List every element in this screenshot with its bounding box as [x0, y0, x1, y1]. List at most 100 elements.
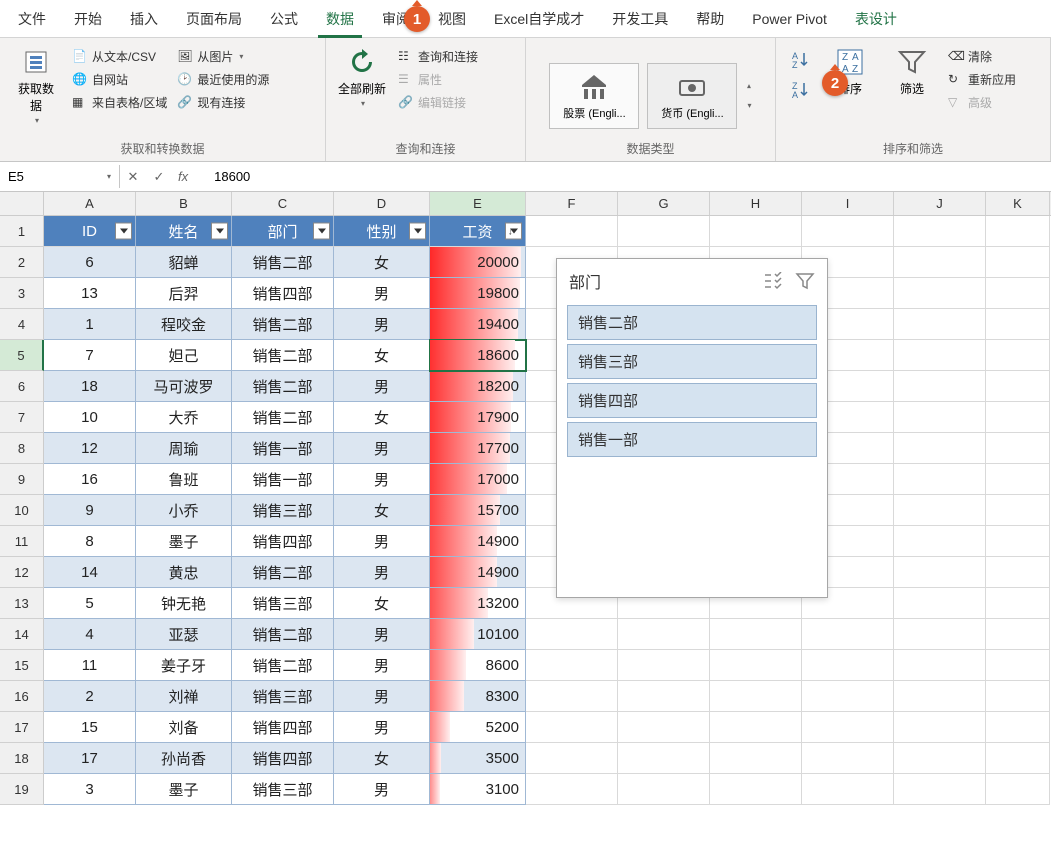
cell-K17[interactable] [986, 712, 1050, 743]
cell-salary-2[interactable]: 20000 [430, 247, 526, 278]
col-header-B[interactable]: B [136, 192, 232, 215]
slicer-item-1[interactable]: 销售三部 [567, 344, 817, 379]
recent-sources-button[interactable]: 🕑最近使用的源 [173, 69, 273, 90]
sort-desc-button[interactable]: ZA [786, 78, 814, 102]
tab-formulas[interactable]: 公式 [256, 1, 312, 37]
cell-id-11[interactable]: 8 [44, 526, 136, 557]
cell-dept-8[interactable]: 销售一部 [232, 433, 334, 464]
tab-self[interactable]: Excel自学成才 [480, 1, 598, 37]
slicer-panel[interactable]: 部门 销售二部销售三部销售四部销售一部 [556, 258, 828, 598]
col-header-G[interactable]: G [618, 192, 710, 215]
cell-F16[interactable] [526, 681, 618, 712]
cell-J11[interactable] [894, 526, 986, 557]
cell-F17[interactable] [526, 712, 618, 743]
cell-J8[interactable] [894, 433, 986, 464]
row-header-15[interactable]: 15 [0, 650, 44, 681]
cell-dept-9[interactable]: 销售一部 [232, 464, 334, 495]
cell-gender-10[interactable]: 女 [334, 495, 430, 526]
cell-salary-15[interactable]: 8600 [430, 650, 526, 681]
cell-salary-17[interactable]: 5200 [430, 712, 526, 743]
filter-dropdown-id[interactable] [115, 223, 132, 240]
cell-id-6[interactable]: 18 [44, 371, 136, 402]
cell-name-19[interactable]: 墨子 [136, 774, 232, 805]
tab-data[interactable]: 数据 [312, 1, 368, 37]
cell-K9[interactable] [986, 464, 1050, 495]
row-header-2[interactable]: 2 [0, 247, 44, 278]
cell-salary-14[interactable]: 10100 [430, 619, 526, 650]
cell-G14[interactable] [618, 619, 710, 650]
cell-I16[interactable] [802, 681, 894, 712]
cell-K6[interactable] [986, 371, 1050, 402]
cell-name-7[interactable]: 大乔 [136, 402, 232, 433]
cell-I15[interactable] [802, 650, 894, 681]
row-header-4[interactable]: 4 [0, 309, 44, 340]
cell-dept-19[interactable]: 销售三部 [232, 774, 334, 805]
cell-id-8[interactable]: 12 [44, 433, 136, 464]
multiselect-icon[interactable] [763, 272, 783, 290]
col-header-I[interactable]: I [802, 192, 894, 215]
datatype-next-icon[interactable]: ▾ [747, 101, 751, 110]
cell-dept-2[interactable]: 销售二部 [232, 247, 334, 278]
cell-id-12[interactable]: 14 [44, 557, 136, 588]
cell-I17[interactable] [802, 712, 894, 743]
cell-G16[interactable] [618, 681, 710, 712]
from-table-button[interactable]: ▦来自表格/区域 [68, 92, 171, 113]
slicer-item-0[interactable]: 销售二部 [567, 305, 817, 340]
cell-id-19[interactable]: 3 [44, 774, 136, 805]
cell-name-16[interactable]: 刘禅 [136, 681, 232, 712]
cell-K19[interactable] [986, 774, 1050, 805]
cell-name-18[interactable]: 孙尚香 [136, 743, 232, 774]
cell-id-5[interactable]: 7 [44, 340, 136, 371]
filter-button[interactable]: 筛选 [882, 42, 942, 101]
cell-id-13[interactable]: 5 [44, 588, 136, 619]
cell-gender-5[interactable]: 女 [334, 340, 430, 371]
row-header-17[interactable]: 17 [0, 712, 44, 743]
cell-name-13[interactable]: 钟无艳 [136, 588, 232, 619]
cell-K5[interactable] [986, 340, 1050, 371]
cell-salary-4[interactable]: 19400 [430, 309, 526, 340]
cell-name-11[interactable]: 墨子 [136, 526, 232, 557]
table-header-name[interactable]: 姓名 [136, 216, 232, 247]
cell-J12[interactable] [894, 557, 986, 588]
row-header-5[interactable]: 5 [0, 340, 44, 371]
row-header-11[interactable]: 11 [0, 526, 44, 557]
cell-salary-11[interactable]: 14900 [430, 526, 526, 557]
cell-salary-16[interactable]: 8300 [430, 681, 526, 712]
table-header-id[interactable]: ID [44, 216, 136, 247]
cell-J19[interactable] [894, 774, 986, 805]
cell-id-17[interactable]: 15 [44, 712, 136, 743]
select-all-corner[interactable] [0, 192, 44, 215]
refresh-all-button[interactable]: 全部刷新▾ [332, 42, 392, 112]
cell-K15[interactable] [986, 650, 1050, 681]
cell-dept-5[interactable]: 销售二部 [232, 340, 334, 371]
cell-F18[interactable] [526, 743, 618, 774]
row-header-3[interactable]: 3 [0, 278, 44, 309]
cell-dept-7[interactable]: 销售二部 [232, 402, 334, 433]
tab-home[interactable]: 开始 [60, 1, 116, 37]
cell-salary-9[interactable]: 17000 [430, 464, 526, 495]
cell-dept-16[interactable]: 销售三部 [232, 681, 334, 712]
table-header-gender[interactable]: 性别 [334, 216, 430, 247]
cell-id-3[interactable]: 13 [44, 278, 136, 309]
cell-name-9[interactable]: 鲁班 [136, 464, 232, 495]
cell-J2[interactable] [894, 247, 986, 278]
cell-K7[interactable] [986, 402, 1050, 433]
fx-label[interactable]: fx [172, 169, 194, 184]
cell-H16[interactable] [710, 681, 802, 712]
cell-gender-17[interactable]: 男 [334, 712, 430, 743]
row-header-19[interactable]: 19 [0, 774, 44, 805]
cell-K1[interactable] [986, 216, 1050, 247]
cell-gender-12[interactable]: 男 [334, 557, 430, 588]
clear-filter-icon[interactable] [795, 272, 815, 290]
filter-dropdown-salary[interactable] [505, 223, 522, 240]
cancel-formula-button[interactable]: ✕ [120, 169, 146, 185]
cell-dept-3[interactable]: 销售四部 [232, 278, 334, 309]
cell-gender-9[interactable]: 男 [334, 464, 430, 495]
cell-id-10[interactable]: 9 [44, 495, 136, 526]
cell-J15[interactable] [894, 650, 986, 681]
cell-I18[interactable] [802, 743, 894, 774]
cell-G19[interactable] [618, 774, 710, 805]
row-header-10[interactable]: 10 [0, 495, 44, 526]
from-csv-button[interactable]: 📄从文本/CSV [68, 46, 171, 67]
cell-salary-10[interactable]: 15700 [430, 495, 526, 526]
